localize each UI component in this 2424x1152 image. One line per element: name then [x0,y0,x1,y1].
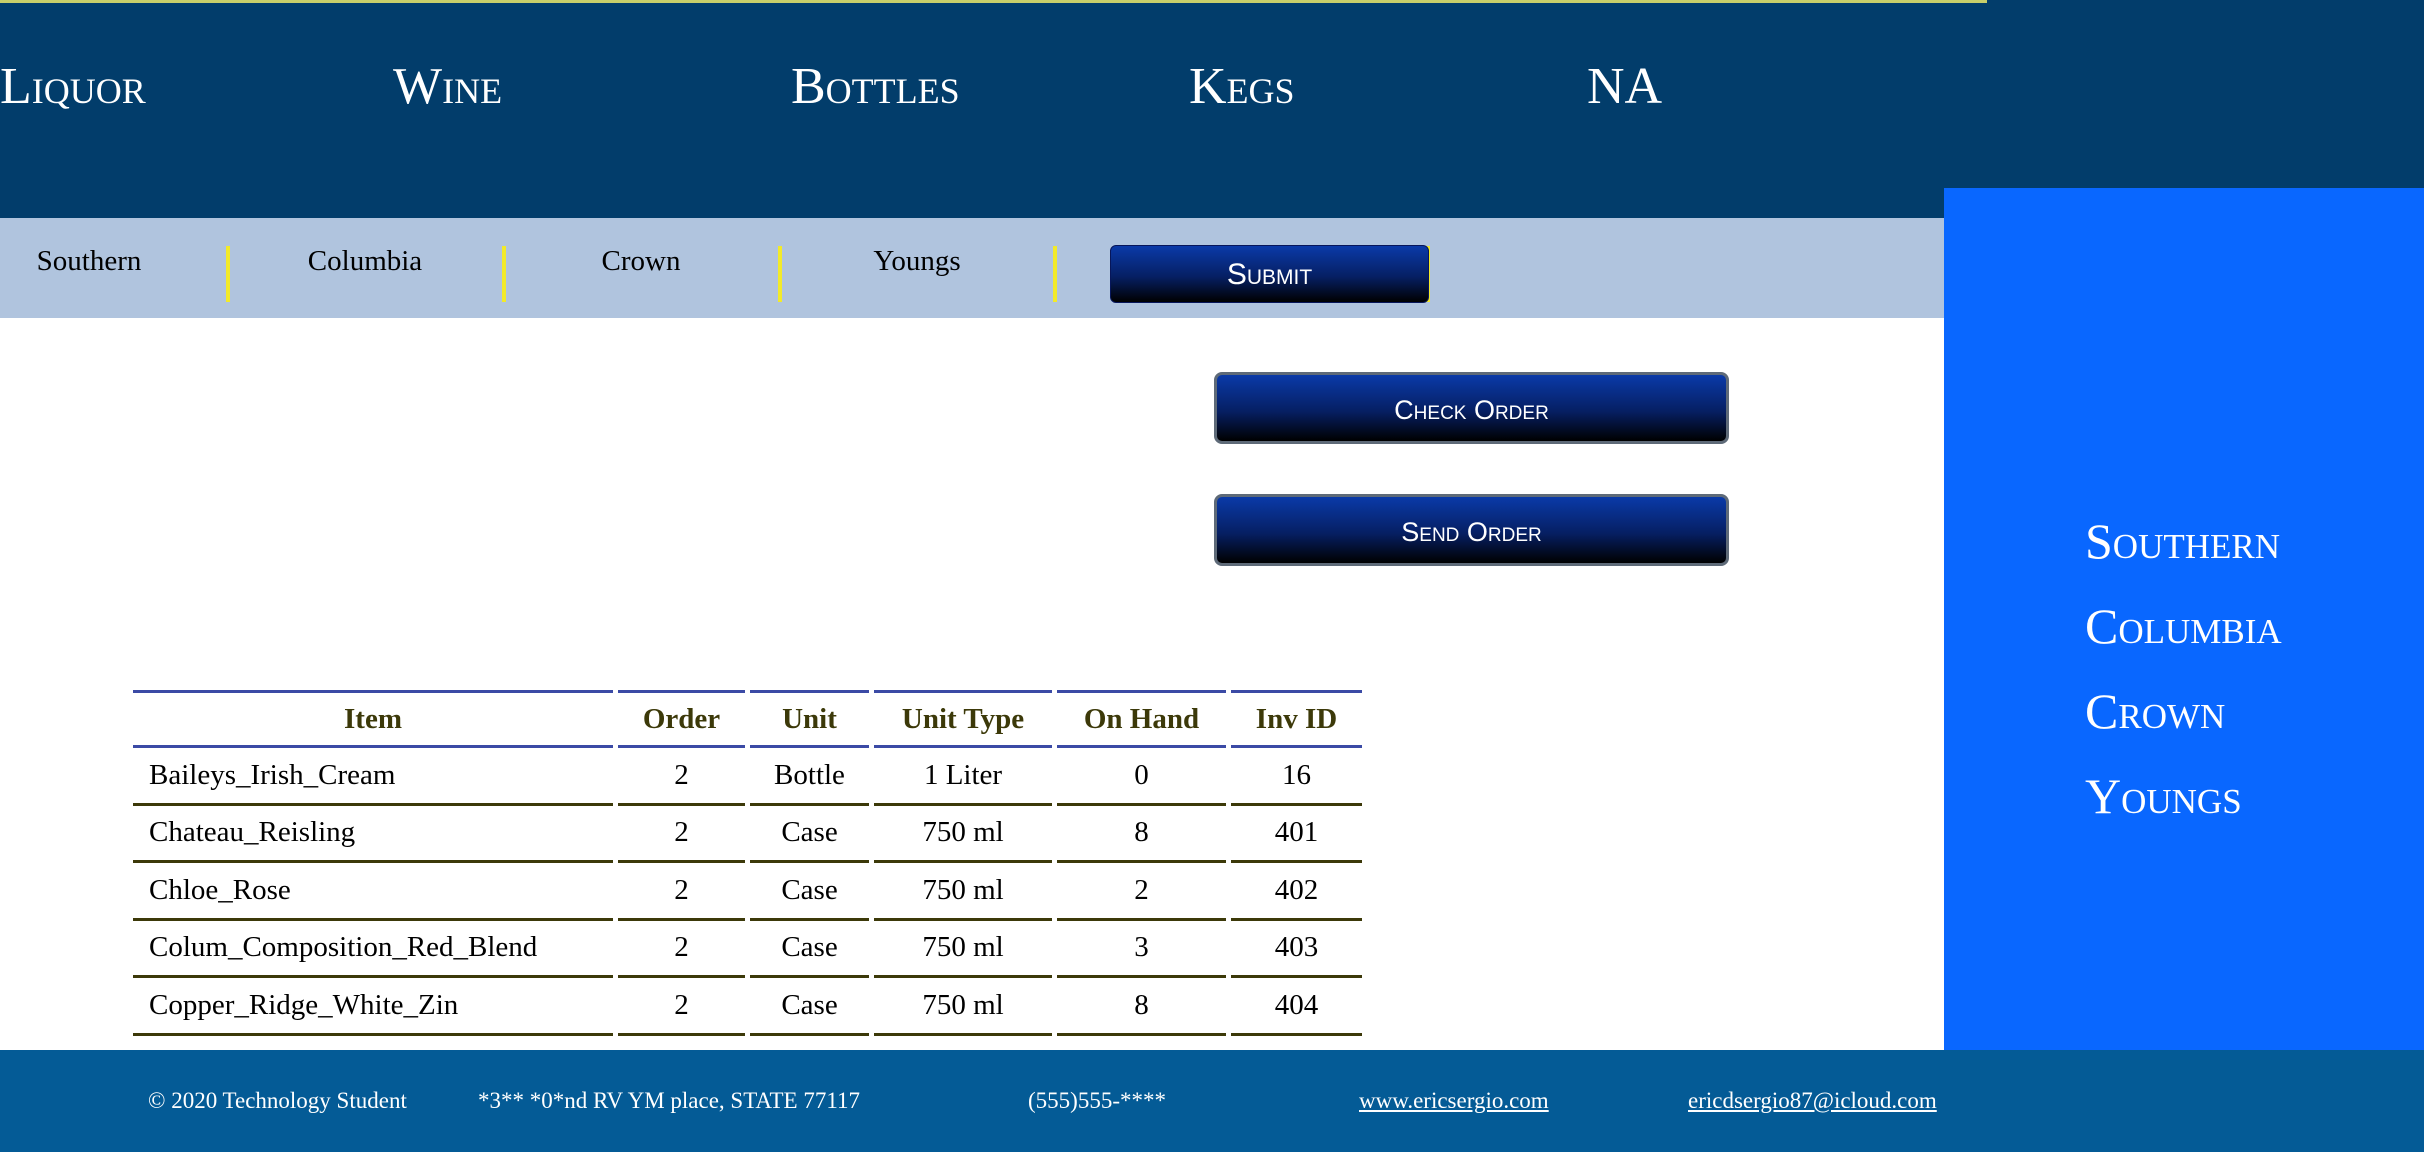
header-right-block [1987,0,2424,188]
cell-unit: Case [750,863,869,921]
cell-unit-type: 1 Liter [874,748,1052,806]
distributor-subnav: Southern Columbia Crown Youngs [0,218,1944,318]
header-accent-line [0,0,1987,3]
order-table: Item Order Unit Unit Type On Hand Inv ID… [128,690,1367,1036]
cell-item: Copper_Ridge_White_Zin [133,978,613,1036]
cell-order: 2 [618,748,745,806]
site-footer: © 2020 Technology Student *3** *0*nd RV … [0,1050,2424,1152]
subnav-columbia[interactable]: Columbia [230,218,500,318]
footer-email-link[interactable]: ericdsergio87@icloud.com [1688,1050,1937,1152]
cell-unit: Bottle [750,748,869,806]
cell-inv-id: 403 [1231,921,1362,978]
footer-website-link[interactable]: www.ericsergio.com [1359,1050,1549,1152]
column-header-order: Order [618,690,745,748]
table-header-row: Item Order Unit Unit Type On Hand Inv ID [133,690,1362,748]
table-row: Copper_Ridge_White_Zin 2 Case 750 ml 8 4… [133,978,1362,1036]
cell-inv-id: 404 [1231,978,1362,1036]
cell-unit: Case [750,978,869,1036]
cell-unit: Case [750,806,869,863]
footer-copyright: © 2020 Technology Student [148,1088,407,1113]
side-link-columbia[interactable]: Columbia [2085,596,2282,656]
subnav-southern[interactable]: Southern [0,218,178,318]
nav-na[interactable]: NA [1587,52,1662,122]
cell-on-hand: 8 [1057,806,1226,863]
cell-on-hand: 2 [1057,863,1226,921]
cell-order: 2 [618,806,745,863]
cell-unit-type: 750 ml [874,863,1052,921]
side-link-southern[interactable]: Southern [2085,511,2280,571]
cell-item: Chateau_Reisling [133,806,613,863]
cell-inv-id: 401 [1231,806,1362,863]
cell-inv-id: 402 [1231,863,1362,921]
nav-kegs[interactable]: Kegs [1189,52,1295,122]
cell-order: 2 [618,978,745,1036]
column-header-unit: Unit [750,690,869,748]
footer-phone: (555)555-**** [1028,1088,1166,1113]
submit-button[interactable]: Submit [1110,245,1429,303]
column-header-on-hand: On Hand [1057,690,1226,748]
column-header-item: Item [133,690,613,748]
cell-item: Baileys_Irish_Cream [133,748,613,806]
cell-order: 2 [618,921,745,978]
subnav-youngs[interactable]: Youngs [782,218,1052,318]
column-header-inv-id: Inv ID [1231,690,1362,748]
nav-liquor[interactable]: Liquor [0,52,146,122]
cell-unit: Case [750,921,869,978]
table-row: Baileys_Irish_Cream 2 Bottle 1 Liter 0 1… [133,748,1362,806]
cell-on-hand: 0 [1057,748,1226,806]
side-link-crown[interactable]: Crown [2085,681,2225,741]
cell-inv-id: 16 [1231,748,1362,806]
check-order-button[interactable]: Check Order [1214,372,1729,444]
cell-on-hand: 3 [1057,921,1226,978]
cell-item: Colum_Composition_Red_Blend [133,921,613,978]
side-link-youngs[interactable]: Youngs [2085,766,2242,826]
table-row: Chloe_Rose 2 Case 750 ml 2 402 [133,863,1362,921]
nav-wine[interactable]: Wine [393,52,502,122]
cell-unit-type: 750 ml [874,806,1052,863]
nav-bottles[interactable]: Bottles [791,52,960,122]
subnav-separator [1053,246,1057,302]
distributor-side-panel: Southern Columbia Crown Youngs [1944,188,2424,1050]
column-header-unit-type: Unit Type [874,690,1052,748]
cell-unit-type: 750 ml [874,921,1052,978]
top-header [0,0,1987,218]
cell-item: Chloe_Rose [133,863,613,921]
footer-address: *3** *0*nd RV YM place, STATE 77117 [478,1088,860,1113]
send-order-button[interactable]: Send Order [1214,494,1729,566]
table-row: Colum_Composition_Red_Blend 2 Case 750 m… [133,921,1362,978]
cell-on-hand: 8 [1057,978,1226,1036]
cell-unit-type: 750 ml [874,978,1052,1036]
cell-order: 2 [618,863,745,921]
table-row: Chateau_Reisling 2 Case 750 ml 8 401 [133,806,1362,863]
subnav-crown[interactable]: Crown [506,218,776,318]
